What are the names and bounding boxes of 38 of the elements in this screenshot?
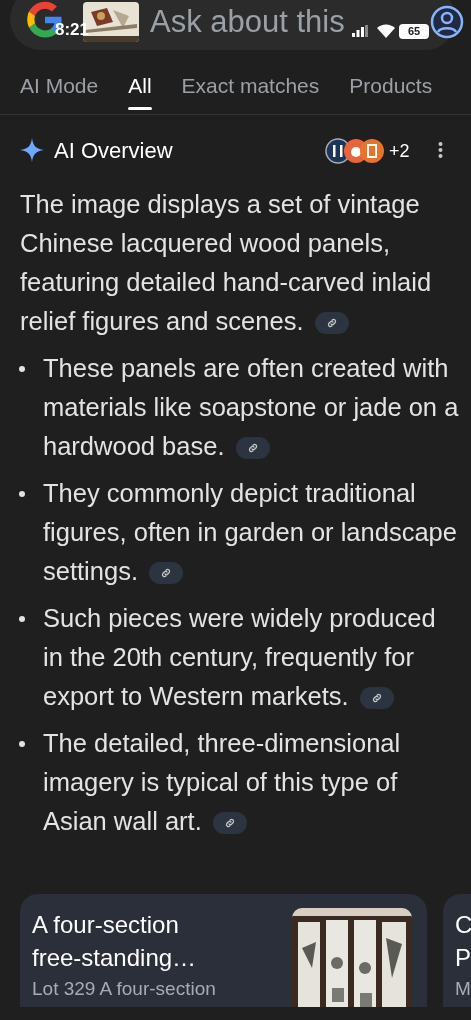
- wifi-icon: [377, 24, 395, 38]
- summary-paragraph: The image displays a set of vintage Chinese lacquered wood panels, featuring detailed hand-carved inlaid relief figures and scenes.: [20, 189, 433, 337]
- link-button[interactable]: [149, 562, 184, 585]
- link-button[interactable]: [359, 687, 394, 710]
- link-button[interactable]: [314, 312, 349, 335]
- bullet-icon: [19, 616, 25, 622]
- result-card[interactable]: C P M: [443, 894, 471, 1007]
- sparkle-icon: [20, 138, 44, 162]
- battery-indicator: 65: [399, 24, 429, 39]
- bullet-text: They commonly depict traditional figures, often in garden or landscape settings.: [43, 478, 458, 587]
- bullet-icon: [19, 741, 25, 747]
- card-snippet: Lot 329 A four-section: [32, 977, 217, 1001]
- card-title: A four-section free-standing…: [32, 910, 198, 973]
- more-options-icon[interactable]: [438, 141, 443, 159]
- tab[interactable]: Exact matches: [181, 66, 320, 106]
- bullet-text: These panels are often created with materials like soapstone or jade on a hardwood base.: [43, 353, 460, 462]
- link-icon: [246, 442, 259, 455]
- result-card[interactable]: A four-section free-standing… Lot 329 A four-section: [20, 894, 427, 1007]
- bullet-icon: [19, 491, 25, 497]
- account-icon[interactable]: [430, 5, 464, 39]
- bullet-text: The detailed, three-dimensional imagery is typical of this type of Asian wall art.: [43, 728, 402, 837]
- card-snippet: M: [455, 977, 471, 1001]
- search-placeholder: Ask about this: [150, 3, 345, 41]
- signal-icon: [352, 25, 368, 37]
- link-icon: [223, 817, 236, 830]
- card-title: C P: [455, 910, 471, 973]
- link-icon: [370, 692, 383, 705]
- source-count: +2: [389, 140, 410, 163]
- section-title: AI Overview: [54, 137, 173, 165]
- link-icon: [160, 567, 173, 580]
- link-icon: [325, 317, 338, 330]
- link-button[interactable]: [235, 437, 270, 460]
- bullet-icon: [19, 366, 25, 372]
- tab[interactable]: AI Mode: [20, 66, 99, 106]
- link-button[interactable]: [212, 812, 247, 835]
- source-logos-drawing[interactable]: [325, 138, 385, 164]
- tab[interactable]: Products: [349, 66, 433, 106]
- bullet-text: Such pieces were widely produced in the 20th century, frequently for export to Western markets.: [43, 603, 437, 712]
